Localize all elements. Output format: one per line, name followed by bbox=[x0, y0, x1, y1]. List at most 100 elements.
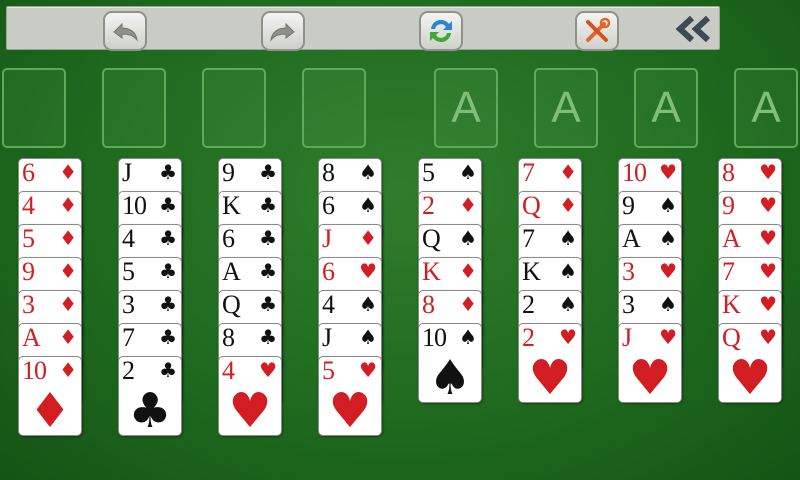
spades-suit-icon: ♠ bbox=[659, 193, 677, 217]
card-j-of-hearts[interactable]: J ♥ ♥ bbox=[618, 323, 682, 403]
card-rank: A bbox=[222, 257, 241, 286]
card-rank: J bbox=[122, 158, 132, 187]
card-rank: J bbox=[322, 323, 332, 352]
clubs-suit-icon: ♣ bbox=[259, 325, 277, 349]
free-cell-3[interactable] bbox=[202, 68, 266, 148]
spades-suit-icon: ♠ bbox=[359, 193, 377, 217]
clubs-suit-icon: ♣ bbox=[259, 160, 277, 184]
card-rank: 2 bbox=[522, 323, 535, 352]
undo-button[interactable] bbox=[103, 11, 147, 51]
card-rank: J bbox=[322, 224, 332, 253]
hearts-suit-icon: ♥ bbox=[659, 259, 677, 283]
spades-suit-icon: ♠ bbox=[359, 325, 377, 349]
restart-button[interactable] bbox=[419, 11, 463, 51]
collapse-toolbar-button[interactable] bbox=[671, 11, 717, 47]
hearts-suit-icon: ♥ bbox=[759, 193, 777, 217]
hearts-suit-icon: ♥ bbox=[559, 325, 577, 349]
foundation-4[interactable]: A bbox=[734, 68, 798, 148]
spades-suit-icon: ♠ bbox=[359, 292, 377, 316]
card-10-of-spades[interactable]: 10 ♠ ♠ bbox=[418, 323, 482, 403]
hearts-suit-icon: ♥ bbox=[759, 259, 777, 283]
spades-suit-icon: ♠ bbox=[559, 292, 577, 316]
hearts-large-suit-icon: ♥ bbox=[528, 350, 572, 406]
spades-large-suit-icon: ♠ bbox=[428, 350, 472, 406]
diamonds-suit-icon: ♦ bbox=[559, 160, 577, 184]
foundation-label: A bbox=[751, 83, 781, 132]
spades-suit-icon: ♠ bbox=[359, 160, 377, 184]
card-rank: 6 bbox=[222, 224, 235, 253]
diamonds-suit-icon: ♦ bbox=[59, 259, 77, 283]
hearts-suit-icon: ♥ bbox=[759, 325, 777, 349]
card-rank: 7 bbox=[122, 323, 135, 352]
card-rank: Q bbox=[722, 323, 741, 352]
foundation-label: A bbox=[651, 83, 681, 132]
card-q-of-hearts[interactable]: Q ♥ ♥ bbox=[718, 323, 782, 403]
card-rank: 10 bbox=[622, 158, 647, 187]
spades-suit-icon: ♠ bbox=[459, 160, 477, 184]
redo-button[interactable] bbox=[261, 11, 305, 51]
card-rank: Q bbox=[422, 224, 441, 253]
card-rank: 8 bbox=[322, 158, 335, 187]
settings-button[interactable] bbox=[575, 11, 619, 51]
hearts-large-suit-icon: ♥ bbox=[228, 383, 272, 439]
spades-suit-icon: ♠ bbox=[659, 292, 677, 316]
card-2-of-hearts[interactable]: 2 ♥ ♥ bbox=[518, 323, 582, 403]
card-rank: 9 bbox=[22, 257, 35, 286]
card-rank: 5 bbox=[422, 158, 435, 187]
card-rank: 2 bbox=[522, 290, 535, 319]
hearts-large-suit-icon: ♥ bbox=[728, 350, 772, 406]
hearts-suit-icon: ♥ bbox=[659, 325, 677, 349]
foundation-1[interactable]: A bbox=[434, 68, 498, 148]
card-rank: 8 bbox=[222, 323, 235, 352]
clubs-suit-icon: ♣ bbox=[159, 358, 177, 382]
hearts-suit-icon: ♥ bbox=[759, 226, 777, 250]
card-5-of-hearts[interactable]: 5 ♥ ♥ bbox=[318, 356, 382, 436]
card-rank: 5 bbox=[122, 257, 135, 286]
card-10-of-diamonds[interactable]: 10 ♦ ♦ bbox=[18, 356, 82, 436]
card-rank: 4 bbox=[122, 224, 135, 253]
diamonds-suit-icon: ♦ bbox=[59, 226, 77, 250]
diamonds-suit-icon: ♦ bbox=[59, 193, 77, 217]
card-rank: 9 bbox=[722, 191, 735, 220]
card-rank: 4 bbox=[22, 191, 35, 220]
foundation-3[interactable]: A bbox=[634, 68, 698, 148]
card-rank: 7 bbox=[722, 257, 735, 286]
card-rank: 8 bbox=[422, 290, 435, 319]
card-rank: 3 bbox=[122, 290, 135, 319]
hearts-suit-icon: ♥ bbox=[759, 160, 777, 184]
hearts-suit-icon: ♥ bbox=[759, 292, 777, 316]
diamonds-suit-icon: ♦ bbox=[559, 193, 577, 217]
card-rank: 8 bbox=[722, 158, 735, 187]
card-4-of-hearts[interactable]: 4 ♥ ♥ bbox=[218, 356, 282, 436]
card-rank: 2 bbox=[422, 191, 435, 220]
card-rank: Q bbox=[222, 290, 241, 319]
diamonds-suit-icon: ♦ bbox=[59, 325, 77, 349]
clubs-large-suit-icon: ♣ bbox=[128, 383, 172, 439]
card-rank: A bbox=[22, 323, 41, 352]
clubs-suit-icon: ♣ bbox=[259, 292, 277, 316]
card-rank: 7 bbox=[522, 224, 535, 253]
card-rank: K bbox=[422, 257, 441, 286]
free-cell-1[interactable] bbox=[2, 68, 66, 148]
hearts-suit-icon: ♥ bbox=[359, 358, 377, 382]
diamonds-large-suit-icon: ♦ bbox=[28, 383, 72, 439]
card-rank: K bbox=[722, 290, 741, 319]
spades-suit-icon: ♠ bbox=[459, 226, 477, 250]
card-rank: 7 bbox=[522, 158, 535, 187]
foundation-2[interactable]: A bbox=[534, 68, 598, 148]
diamonds-suit-icon: ♦ bbox=[59, 358, 77, 382]
card-rank: 3 bbox=[22, 290, 35, 319]
undo-arrow-icon bbox=[113, 22, 138, 42]
card-2-of-clubs[interactable]: 2 ♣ ♣ bbox=[118, 356, 182, 436]
free-cell-4[interactable] bbox=[302, 68, 366, 148]
toolbar bbox=[6, 6, 720, 51]
diamonds-suit-icon: ♦ bbox=[459, 259, 477, 283]
free-cell-2[interactable] bbox=[102, 68, 166, 148]
hearts-suit-icon: ♥ bbox=[259, 358, 277, 382]
spades-suit-icon: ♠ bbox=[659, 226, 677, 250]
hearts-large-suit-icon: ♥ bbox=[628, 350, 672, 406]
card-rank: K bbox=[222, 191, 241, 220]
double-chevron-left-icon bbox=[675, 15, 711, 43]
clubs-suit-icon: ♣ bbox=[159, 226, 177, 250]
diamonds-suit-icon: ♦ bbox=[359, 226, 377, 250]
